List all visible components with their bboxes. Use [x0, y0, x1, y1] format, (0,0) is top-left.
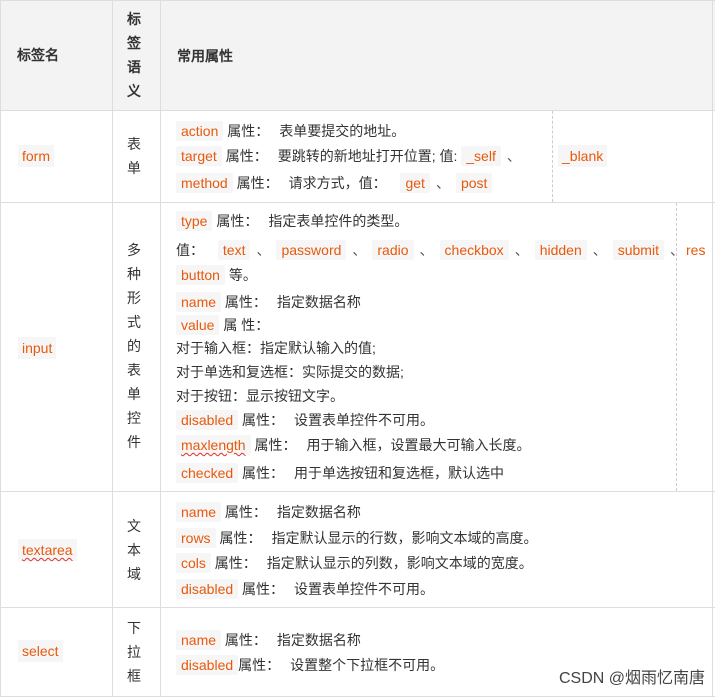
- row-divider: [0, 110, 715, 111]
- header-tag-name: 标签名: [17, 47, 59, 63]
- column-divider: [160, 0, 161, 697]
- semantic-input: 多种形式的表单控件: [127, 242, 141, 450]
- table-border: [0, 0, 715, 1]
- table-border: [0, 0, 1, 697]
- tag-form: form: [18, 145, 54, 167]
- textarea-cols-line: cols 属性： 指定默认显示的列数，影响文本域的宽度。: [176, 553, 533, 573]
- tag-textarea: textarea: [18, 539, 77, 561]
- input-value-desc-2: 对于单选和复选框：实际提交的数据;: [176, 364, 404, 380]
- input-name-line: name 属性： 指定数据名称: [176, 292, 361, 312]
- form-action-line: action 属性： 表单要提交的地址。: [176, 121, 405, 141]
- semantic-form: 表单: [127, 136, 141, 176]
- tag-input: input: [18, 337, 57, 359]
- select-disabled-line: disabled 属性： 设置整个下拉框不可用。: [176, 655, 444, 675]
- textarea-rows-line: rows 属性： 指定默认显示的行数，影响文本域的高度。: [176, 528, 537, 548]
- input-maxlength-line: maxlength 属性： 用于输入框，设置最大可输入长度。: [176, 435, 530, 455]
- input-value-desc-3: 对于按钮：显示按钮文字。: [176, 388, 344, 404]
- input-disabled-line: disabled 属性： 设置表单控件不可用。: [176, 410, 434, 430]
- row-divider: [0, 202, 715, 203]
- input-button-line: button 等。: [176, 265, 257, 285]
- column-divider: [112, 0, 113, 697]
- csdn-watermark: CSDN @烟雨忆南唐: [558, 670, 705, 687]
- input-value-desc-1: 对于输入框：指定默认输入的值;: [176, 340, 376, 356]
- header-common-attributes: 常用属性: [177, 48, 233, 64]
- select-name-line: name 属性： 指定数据名称: [176, 630, 361, 650]
- row-divider: [0, 491, 715, 492]
- semantic-select: 下拉框: [127, 620, 141, 684]
- textarea-name-line: name 属性： 指定数据名称: [176, 502, 361, 522]
- semantic-textarea: 文本域: [127, 518, 141, 582]
- header-tag-semantic: 标签语义: [127, 11, 141, 99]
- form-method-line: method 属性： 请求方式，值： get、 post: [176, 173, 493, 193]
- input-type-line: type 属性： 指定表单控件的类型。: [176, 211, 408, 231]
- tag-select: select: [18, 640, 63, 662]
- input-checked-line: checked 属性： 用于单选按钮和复选框，默认选中: [176, 463, 504, 483]
- input-value-line: value 属 性：: [176, 315, 269, 335]
- input-type-values-line: 值： text、 password、 radio、 checkbox、 hidden、 s…: [176, 240, 684, 260]
- form-target-line: target 属性： 要跳转的新地址打开位置; 值: _self、: [176, 146, 527, 166]
- row-divider: [0, 607, 715, 608]
- form-target-blank-value: _blank: [558, 145, 608, 167]
- textarea-disabled-line: disabled 属性： 设置表单控件不可用。: [176, 579, 434, 599]
- input-value-reset-truncated: res: [682, 239, 710, 261]
- table-border: [712, 0, 713, 697]
- table-header-background: [0, 0, 715, 110]
- nested-cell-divider: [552, 111, 553, 202]
